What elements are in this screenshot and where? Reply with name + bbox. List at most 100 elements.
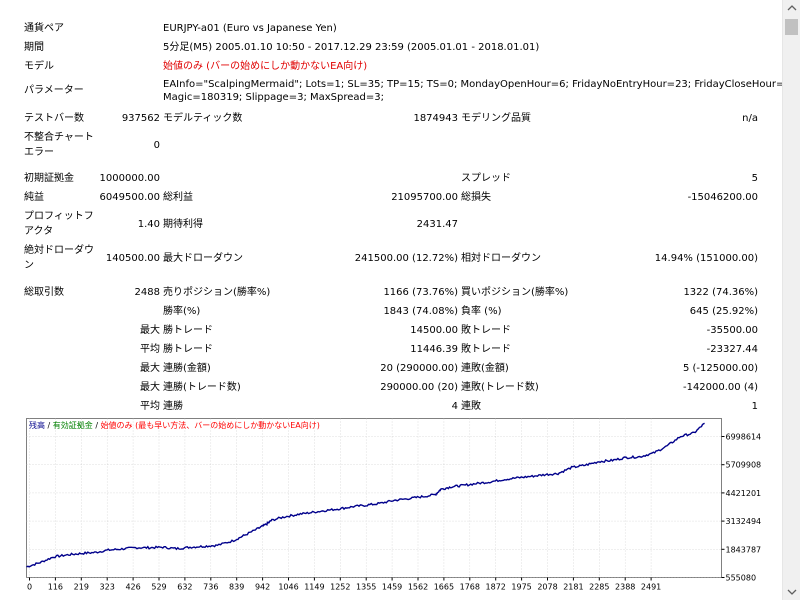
legend-model: 始値のみ (最も早い方法、バーの始めにしか動かないEA向け) — [101, 420, 320, 430]
x-tick-label: 942 — [255, 583, 270, 592]
x-tick-label: 1355 — [356, 583, 376, 592]
test-bars-label: テストバー数 — [24, 113, 84, 124]
x-tick-label: 1665 — [434, 583, 454, 592]
chart-legend: 残高 / 有効証拠金 / 始値のみ (最も早い方法、バーの始めにしか動かないEA… — [29, 420, 320, 430]
legend-sep-2: / — [93, 421, 101, 430]
absolute-dd-value: 140500.00 — [105, 253, 160, 264]
x-tick-label: 1768 — [460, 583, 480, 592]
chart-x-ticks: 0 116 219 323 426 529 632 736 839 942 1046 1149 1252… — [27, 577, 661, 592]
gross-profit-label: 総利益 — [163, 192, 193, 203]
spread-value: 5 — [751, 173, 758, 184]
y-tick-label: 4421201 — [726, 489, 762, 498]
x-tick-label: 632 — [177, 583, 192, 592]
mismatch-errors-value: 0 — [153, 140, 160, 151]
profit-factor-label-1: プロフィットフ — [24, 211, 94, 222]
expected-payoff-value: 2431.47 — [416, 219, 458, 230]
chevron-down-icon — [787, 589, 797, 595]
x-tick-label: 1252 — [330, 583, 350, 592]
chart-plot-area — [26, 418, 722, 578]
vertical-scrollbar[interactable] — [782, 0, 800, 600]
model-value: 始値のみ (バーの始めにしか動かないEA向け) — [163, 61, 368, 72]
net-profit-value: 6049500.00 — [99, 192, 160, 203]
total-trades-value: 2488 — [134, 287, 160, 298]
avg-cons-losses-label: 連敗 — [461, 401, 481, 412]
mismatch-errors-label-1: 不整合チャート — [24, 132, 94, 143]
modeling-quality-value: n/a — [742, 113, 758, 124]
cons-wins-money-label: 連勝(金額) — [163, 363, 211, 374]
legend-balance: 残高 — [29, 420, 45, 430]
x-tick-label: 529 — [151, 583, 166, 592]
maximal-dd-label: 最大ドローダウン — [163, 253, 243, 264]
short-positions-label: 売りポジション(勝率%) — [163, 287, 271, 298]
largest-label: 最大 — [140, 325, 160, 336]
cons-losses-count-label: 連敗(トレード数) — [461, 382, 539, 393]
legend-sep-1: / — [45, 421, 53, 430]
y-tick-label: 555080 — [726, 574, 757, 583]
gross-loss-value: -15046200.00 — [687, 192, 758, 203]
x-tick-label: 0 — [27, 583, 32, 592]
maximal-label: 最大 — [140, 382, 160, 393]
loss-trades-value: 645 (25.92%) — [689, 306, 758, 317]
initial-deposit-label: 初期証拠金 — [24, 173, 74, 184]
scroll-thumb[interactable] — [785, 19, 798, 35]
loss-trades-label: 負率 (%) — [461, 306, 502, 317]
cons-losses-money-label: 連敗(金額) — [461, 363, 509, 374]
y-tick-label: 3132494 — [726, 517, 762, 526]
model-ticks-label: モデルティック数 — [163, 113, 243, 124]
mismatch-errors-label-2: エラー — [24, 147, 54, 158]
total-trades-label: 総取引数 — [24, 287, 64, 298]
initial-deposit-value: 1000000.00 — [99, 173, 160, 184]
avg-cons-losses-value: 1 — [751, 401, 758, 412]
x-tick-label: 426 — [125, 583, 140, 592]
maximum-label: 最大 — [140, 363, 160, 374]
chart-y-ticks: 6998614 5709908 4421201 3132494 1843787 55508… — [721, 433, 762, 583]
scroll-up-button[interactable] — [783, 0, 800, 17]
x-tick-label: 2078 — [537, 583, 557, 592]
gross-loss-label: 総損失 — [461, 192, 491, 203]
largest-loss-value: -35500.00 — [706, 325, 758, 336]
period-value: 5分足(M5) 2005.01.10 10:50 - 2017.12.29 23… — [163, 42, 540, 53]
expected-payoff-label: 期待利得 — [163, 219, 203, 230]
balance-chart: 6998614 5709908 4421201 3132494 1843787 55508… — [26, 418, 762, 592]
model-label: モデル — [24, 61, 54, 72]
profit-factor-value: 1.40 — [137, 219, 160, 230]
maximal-dd-value: 241500.00 (12.72%) — [354, 253, 458, 264]
cons-wins-count-label: 連勝(トレード数) — [163, 382, 241, 393]
largest-profit-label: 勝トレード — [163, 325, 213, 336]
x-tick-label: 2181 — [563, 583, 583, 592]
largest-profit-value: 14500.00 — [410, 325, 458, 336]
symbol-label: 通貨ペア — [24, 23, 64, 34]
x-tick-label: 116 — [48, 583, 63, 592]
cons-losses-money-value: 5 (-125000.00) — [682, 363, 758, 374]
x-tick-label: 219 — [74, 583, 89, 592]
absolute-dd-label-2: ン — [24, 260, 34, 271]
legend-equity: 有効証拠金 — [53, 420, 93, 430]
parameters-value-line2: Magic=180319; Slippage=3; MaxSpread=3; — [163, 92, 384, 103]
x-tick-label: 323 — [100, 583, 115, 592]
avg-label: 平均 — [140, 401, 160, 412]
cons-wins-money-value: 20 (290000.00) — [380, 363, 458, 374]
scroll-down-button[interactable] — [783, 583, 800, 600]
model-ticks-value: 1874943 — [413, 113, 458, 124]
test-bars-value: 937562 — [121, 113, 160, 124]
relative-dd-value: 14.94% (151000.00) — [654, 253, 758, 264]
x-tick-label: 1975 — [511, 583, 531, 592]
x-tick-label: 839 — [229, 583, 244, 592]
profit-trades-label: 勝率(%) — [163, 306, 201, 317]
relative-dd-label: 相対ドローダウン — [461, 253, 541, 264]
y-tick-label: 1843787 — [726, 545, 762, 554]
profit-factor-label-2: アクタ — [24, 226, 54, 237]
net-profit-label: 純益 — [24, 192, 44, 203]
average-loss-value: -23327.44 — [706, 344, 758, 355]
x-tick-label: 2388 — [615, 583, 635, 592]
profit-trades-value: 1843 (74.08%) — [383, 306, 458, 317]
x-tick-label: 2491 — [641, 583, 661, 592]
x-tick-label: 1562 — [408, 583, 428, 592]
avg-cons-wins-value: 4 — [451, 401, 458, 412]
avg-cons-wins-label: 連勝 — [163, 401, 183, 412]
gross-profit-value: 21095700.00 — [391, 192, 458, 203]
parameters-label: パラメーター — [24, 85, 84, 96]
average-label: 平均 — [140, 344, 160, 355]
cons-losses-count-value: -142000.00 (4) — [682, 382, 758, 393]
average-profit-label: 勝トレード — [163, 344, 213, 355]
